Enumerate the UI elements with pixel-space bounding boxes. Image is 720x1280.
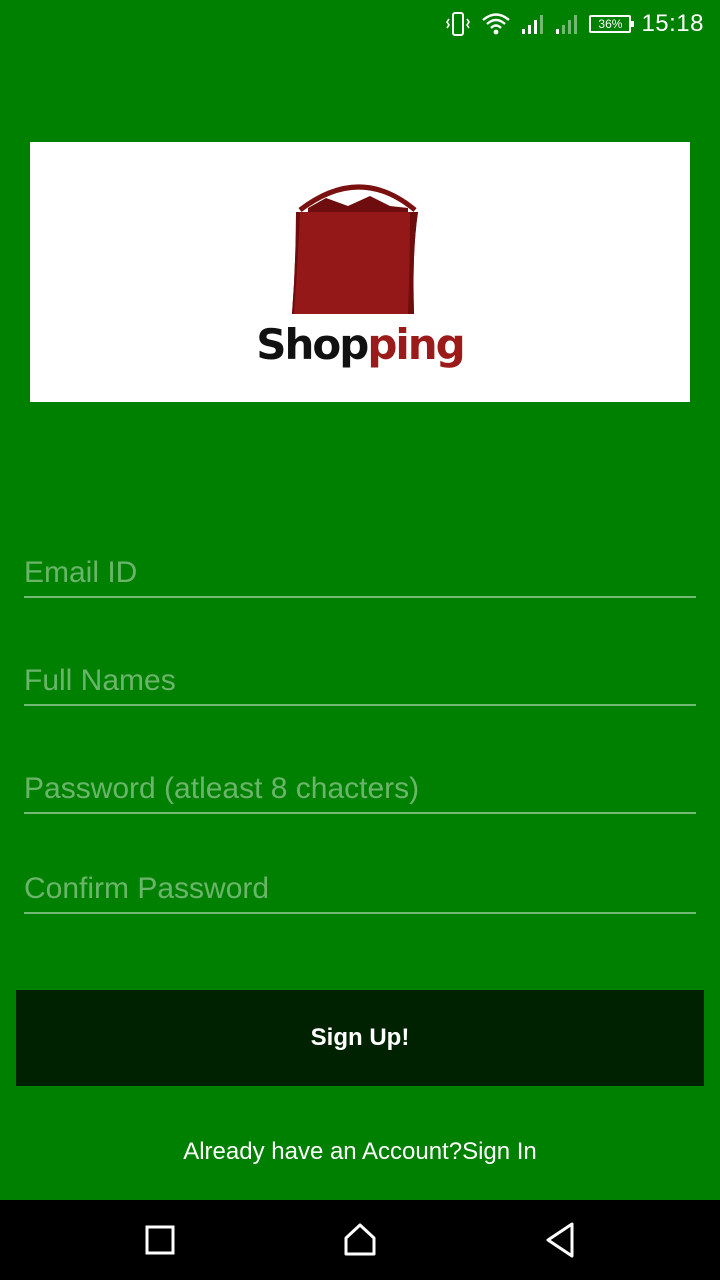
wifi-icon — [481, 11, 511, 37]
recents-icon — [145, 1225, 175, 1255]
vibrate-icon — [445, 11, 471, 37]
email-field[interactable] — [24, 556, 696, 590]
navigation-bar — [0, 1200, 720, 1280]
email-field-container — [24, 538, 696, 598]
signin-link[interactable]: Already have an Account?Sign In — [0, 1138, 720, 1166]
status-bar: 36% 15:18 — [0, 0, 720, 48]
signal-icon — [521, 13, 545, 35]
recents-button[interactable] — [138, 1218, 182, 1262]
password-field-container — [24, 754, 696, 814]
logo-text-shop: Shop — [256, 320, 369, 369]
logo-text-ping: ping — [367, 320, 465, 369]
confirm-password-field[interactable] — [24, 872, 696, 906]
home-button[interactable] — [338, 1218, 382, 1262]
fullname-field[interactable] — [24, 664, 696, 698]
signup-button[interactable]: Sign Up! — [16, 990, 704, 1086]
back-button[interactable] — [538, 1218, 582, 1262]
fullname-field-container — [24, 646, 696, 706]
back-icon — [546, 1222, 574, 1258]
confirm-password-field-container — [24, 854, 696, 914]
logo-wordmark: Shopping — [30, 320, 690, 369]
battery-icon: 36% — [589, 15, 635, 33]
logo-card: Shopping — [30, 142, 690, 402]
home-icon — [344, 1223, 376, 1256]
shopping-bag-icon — [292, 184, 418, 314]
password-field[interactable] — [24, 772, 696, 806]
status-icons: 36% 15:18 — [445, 8, 704, 40]
clock: 15:18 — [641, 10, 704, 37]
signal-weak-icon — [555, 13, 579, 35]
